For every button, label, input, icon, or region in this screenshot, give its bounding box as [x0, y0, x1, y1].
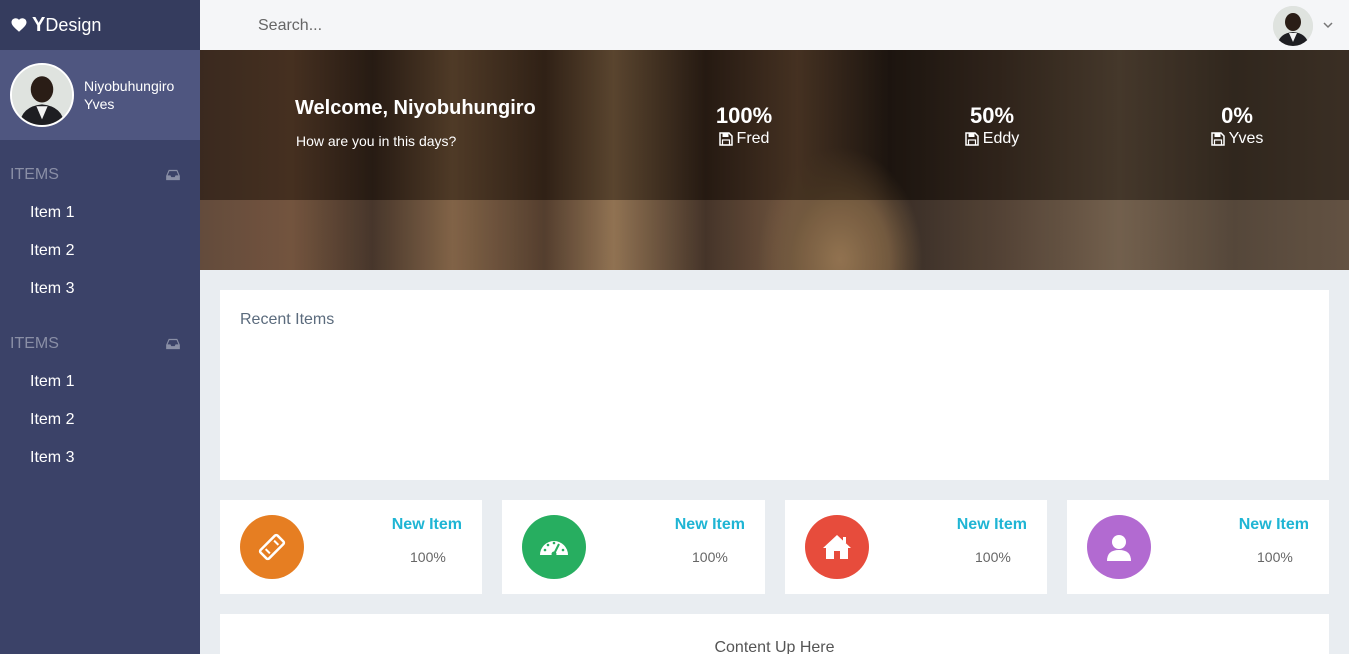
card-value: 100%	[692, 549, 728, 565]
card-value: 100%	[410, 549, 446, 565]
stat-value: 50%	[969, 103, 1015, 128]
save-icon	[965, 132, 979, 146]
user-profile[interactable]: Niyobuhungiro Yves	[0, 50, 200, 140]
inbox-tray-icon	[166, 338, 180, 350]
heart-icon	[11, 18, 27, 32]
sidebar-item-2[interactable]: Item 2	[0, 232, 200, 270]
stat-label: Fred	[684, 129, 804, 149]
card-title: New Item	[391, 516, 462, 533]
stat-label: Eddy	[932, 129, 1052, 149]
sidebar-section-title: ITEMS	[10, 335, 59, 352]
search-input[interactable]	[258, 15, 658, 37]
user-icon	[1107, 535, 1131, 561]
brand-name: Design	[45, 14, 102, 35]
info-card[interactable]: New Item 100%	[502, 500, 765, 594]
info-card[interactable]: New Item 100%	[1067, 500, 1329, 594]
save-icon	[1210, 132, 1225, 146]
stat-value: 0%	[1221, 103, 1253, 128]
stat-yves: 0% Yves	[1177, 103, 1297, 149]
recent-items-title: Recent Items	[240, 311, 335, 328]
recent-items-panel: Recent Items	[220, 290, 1329, 480]
welcome-subtitle: How are you in this days?	[296, 133, 457, 149]
sidebar-list: Item 1 Item 2 Item 3	[0, 194, 200, 308]
brand-logo[interactable]: Y Design	[0, 0, 200, 50]
sidebar-item-1[interactable]: Item 1	[0, 194, 200, 232]
stat-name: Yves	[1228, 130, 1264, 147]
sidebar-section-header: ITEMS	[0, 329, 200, 359]
brand-initial: Y	[32, 13, 46, 36]
topbar	[200, 0, 1349, 50]
user-avatar-menu[interactable]	[1273, 6, 1313, 46]
stat-name: Fred	[736, 130, 770, 147]
info-card[interactable]: New Item 100%	[785, 500, 1047, 594]
info-card[interactable]: New Item 100%	[220, 500, 482, 594]
card-value: 100%	[1257, 549, 1293, 565]
card-value: 100%	[975, 549, 1011, 565]
card-title: New Item	[956, 516, 1027, 533]
hero-banner: Welcome, Niyobuhungiro How are you in th…	[200, 50, 1349, 270]
card-icon-circle	[1087, 515, 1151, 579]
sidebar-item-3[interactable]: Item 3	[0, 270, 200, 308]
sidebar-section-title: ITEMS	[10, 166, 59, 183]
content-panel: Content Up Here	[220, 614, 1329, 654]
profile-first-name: Niyobuhungiro	[84, 78, 175, 94]
content-placeholder-text: Content Up Here	[714, 639, 835, 654]
chevron-down-icon[interactable]	[1322, 19, 1334, 31]
sidebar: Y Design Niyobuhungiro Yves ITEMS Item 1 …	[0, 0, 200, 654]
card-icon-circle	[240, 515, 304, 579]
avatar	[10, 63, 74, 127]
stat-eddy: 50% Eddy	[932, 103, 1052, 149]
sidebar-section-header: ITEMS	[0, 160, 200, 190]
ticket-icon	[258, 533, 286, 561]
profile-last-name: Yves	[84, 96, 115, 112]
card-icon-circle	[805, 515, 869, 579]
home-icon	[823, 535, 851, 559]
sidebar-item-2[interactable]: Item 2	[0, 401, 200, 439]
welcome-heading: Welcome, Niyobuhungiro	[295, 97, 536, 119]
card-icon-circle	[522, 515, 586, 579]
card-title: New Item	[674, 516, 745, 533]
dashboard-gauge-icon	[540, 541, 568, 557]
profile-name: Niyobuhungiro Yves	[84, 77, 174, 113]
inbox-tray-icon	[166, 169, 180, 181]
sidebar-item-1[interactable]: Item 1	[0, 363, 200, 401]
stat-name: Eddy	[982, 130, 1020, 147]
stat-value: 100%	[715, 103, 773, 128]
sidebar-item-3[interactable]: Item 3	[0, 439, 200, 477]
sidebar-list: Item 1 Item 2 Item 3	[0, 363, 200, 477]
stat-fred: 100% Fred	[684, 103, 804, 149]
save-icon	[718, 132, 733, 146]
stat-label: Yves	[1177, 129, 1297, 149]
card-title: New Item	[1238, 516, 1309, 533]
